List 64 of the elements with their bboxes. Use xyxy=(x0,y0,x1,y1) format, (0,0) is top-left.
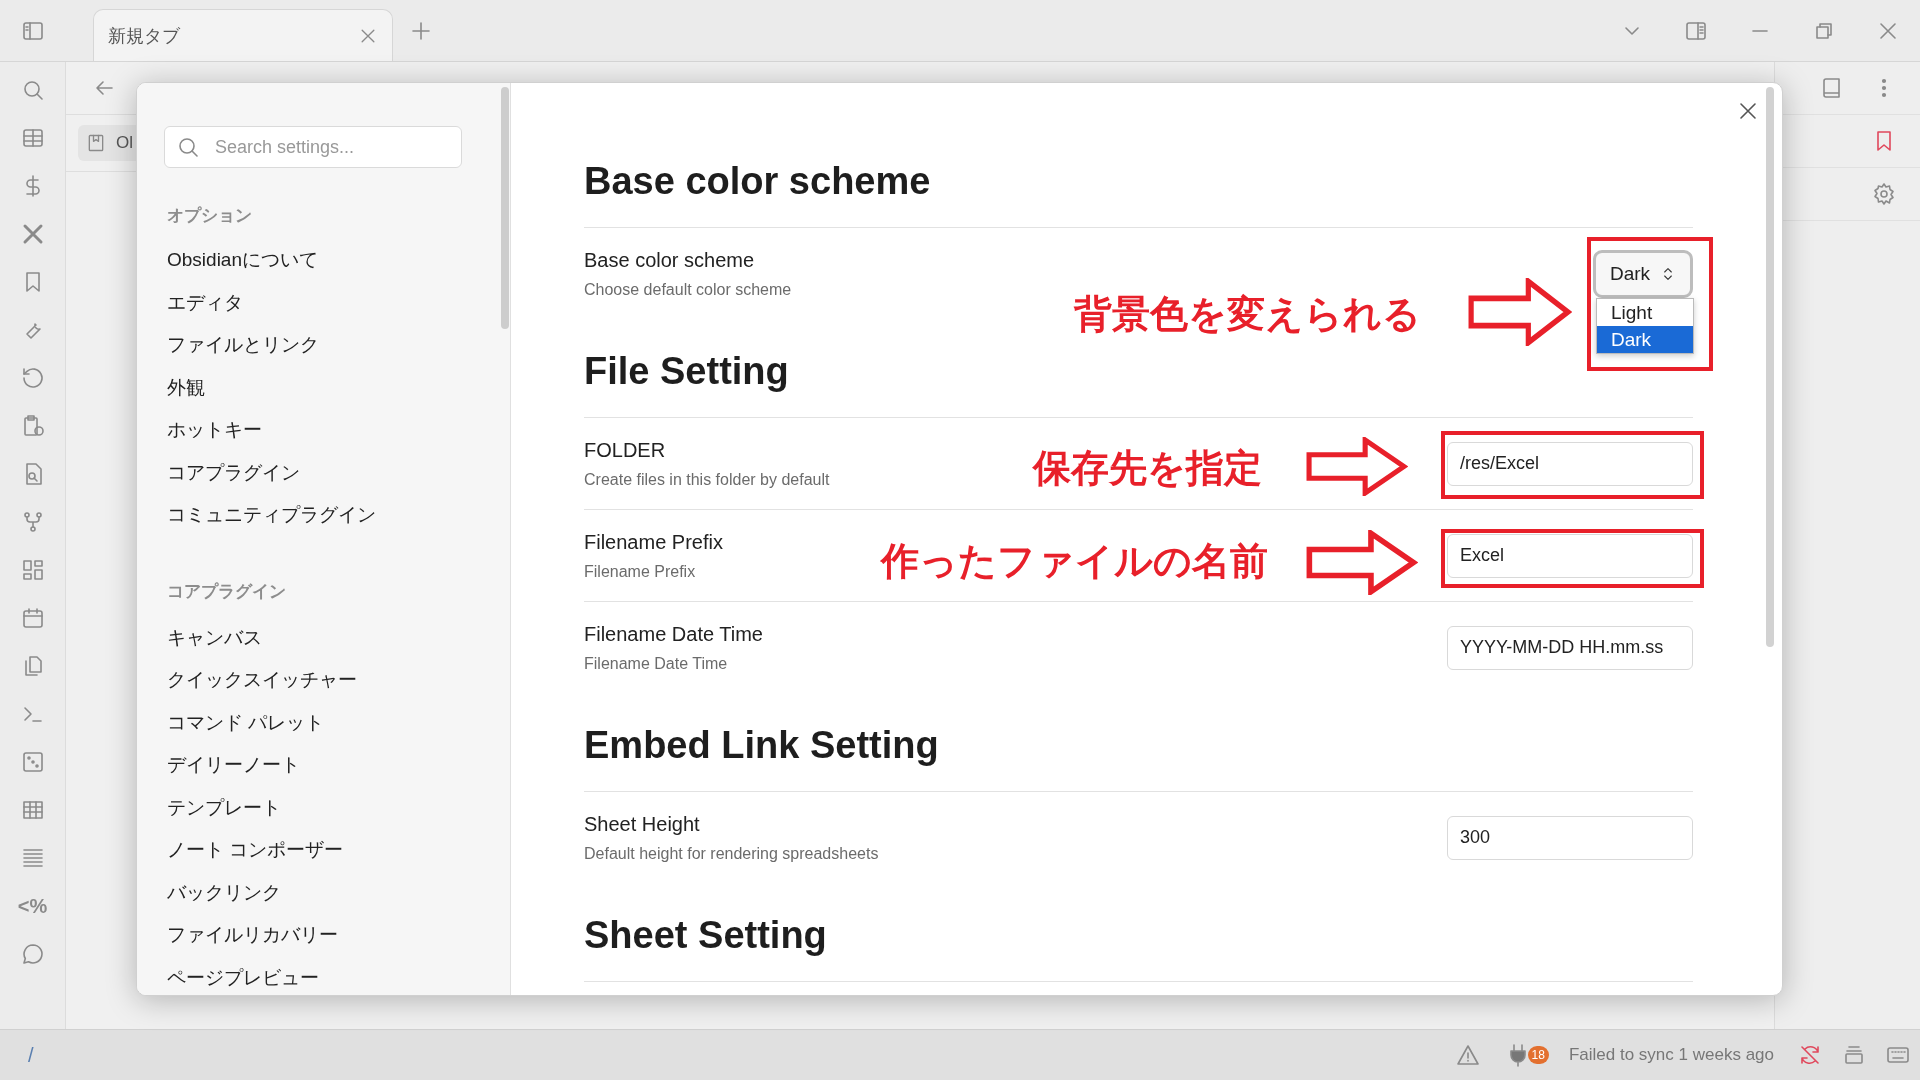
settings-nav-item[interactable]: ホットキー xyxy=(164,409,477,452)
setting-name: Filename Date Time xyxy=(584,622,763,646)
setting-description: Choose default color scheme xyxy=(584,280,792,299)
annotation-text: 作ったファイルの名前 xyxy=(881,539,1268,584)
setting-description: Default height for rendering spreadsheets xyxy=(584,844,879,863)
setting-description: Create files in this folder by default xyxy=(584,470,830,489)
settings-nav-item[interactable]: ファイルリカバリー xyxy=(164,914,477,957)
scrollbar-thumb[interactable] xyxy=(501,87,509,329)
settings-nav-item[interactable]: クイックスイッチャー xyxy=(164,659,477,702)
section-heading: Sheet Setting xyxy=(584,913,827,958)
setting-name: Sheet Height xyxy=(584,812,701,836)
settings-nav-item[interactable]: バックリンク xyxy=(164,871,477,914)
calendar-icon[interactable] xyxy=(20,606,45,630)
settings-nav-item[interactable]: キャンバス xyxy=(164,616,477,659)
settings-nav-item[interactable]: デイリーノート xyxy=(164,744,477,787)
setting-description: Filename Date Time xyxy=(584,654,729,673)
text-input[interactable]: Excel xyxy=(1447,533,1693,578)
sync-off-icon[interactable] xyxy=(1798,1043,1822,1067)
search-field[interactable]: Search settings... xyxy=(164,126,462,168)
settings-icon[interactable] xyxy=(1872,182,1896,206)
warning-icon[interactable] xyxy=(1455,1043,1480,1067)
section-heading: Embed Link Setting xyxy=(584,723,939,768)
spreadsheet-icon[interactable] xyxy=(20,798,45,822)
dashboard-icon[interactable] xyxy=(20,558,45,582)
table-icon[interactable] xyxy=(20,126,45,150)
chat-icon[interactable] xyxy=(20,942,45,966)
section-heading: File Setting xyxy=(584,349,789,394)
section-heading: Base color scheme xyxy=(584,159,931,204)
settings-nav-item[interactable]: Obsidianについて xyxy=(164,239,477,282)
settings-nav-item[interactable]: ノート コンポーザー xyxy=(164,829,477,872)
settings-nav-item[interactable]: テンプレート xyxy=(164,786,477,829)
dropdown[interactable]: Dark xyxy=(1593,249,1693,298)
dropdown-option[interactable]: Light xyxy=(1597,298,1693,326)
scrollbar-thumb[interactable] xyxy=(1766,87,1774,647)
dropdown-option[interactable]: Dark xyxy=(1597,325,1693,353)
settings-nav-item[interactable]: コマンド パレット xyxy=(164,701,477,744)
setting-name: Filename Prefix xyxy=(584,530,723,554)
settings-nav-item[interactable]: 外観 xyxy=(164,366,477,409)
settings-nav-item[interactable]: エディタ xyxy=(164,281,477,324)
section-heading: コアプラグイン xyxy=(166,580,287,603)
setting-name: Base color scheme xyxy=(584,248,756,272)
chip-label: Ol xyxy=(116,133,133,153)
settings-nav-item[interactable]: ページプレビュー xyxy=(164,956,477,995)
path-text: / xyxy=(27,1043,34,1067)
setting-description: Filename Prefix xyxy=(584,562,697,581)
dice-icon[interactable] xyxy=(20,750,45,774)
settings-nav-item[interactable]: コアプラグイン xyxy=(164,451,477,494)
history-icon[interactable] xyxy=(20,366,45,390)
search-icon xyxy=(176,135,200,159)
annotation-text: 保存先を指定 xyxy=(1033,446,1262,491)
setting-name: FOLDER xyxy=(584,438,667,462)
stack-icon[interactable] xyxy=(1842,1043,1866,1067)
section-heading: オプション xyxy=(166,205,253,227)
tab-title: 新規タブ xyxy=(108,24,180,48)
settings-nav-item[interactable]: ファイルとリンク xyxy=(164,324,477,367)
bookmark-icon xyxy=(86,133,106,153)
browser-tab[interactable]: 新規タブ xyxy=(93,9,393,61)
lines-icon[interactable] xyxy=(20,846,45,870)
settings-nav-item[interactable]: コミュニティプラグイン xyxy=(164,494,477,537)
annotation-text: 背景色を変えられる xyxy=(1074,292,1421,337)
plugin-count-badge: 18 xyxy=(1527,1046,1549,1064)
text-input[interactable]: 300 xyxy=(1447,815,1693,860)
text-input[interactable]: /res/Excel xyxy=(1447,441,1693,486)
text-input[interactable]: YYYY-MM-DD HH.mm.ss xyxy=(1447,625,1693,670)
